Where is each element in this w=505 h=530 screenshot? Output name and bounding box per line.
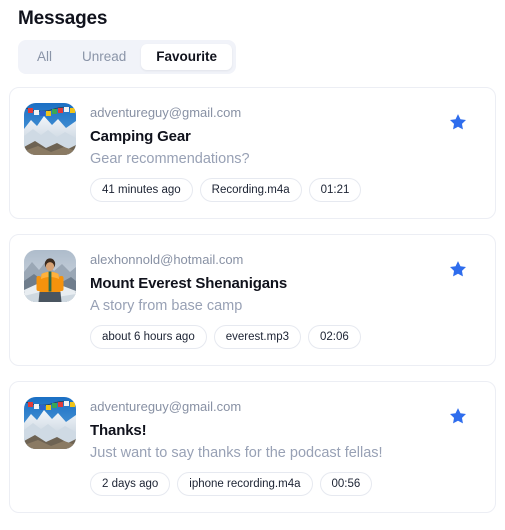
chip-timestamp: about 6 hours ago <box>90 325 207 349</box>
chip-filename: everest.mp3 <box>213 325 301 349</box>
chip-filename: Recording.m4a <box>199 178 302 202</box>
sender-email: adventureguy@gmail.com <box>90 399 242 414</box>
message-preview: A story from base camp <box>90 298 243 314</box>
tab-unread[interactable]: Unread <box>67 44 141 70</box>
message-list: adventureguy@gmail.com Camping Gear Gear… <box>9 87 496 513</box>
favourite-star-button[interactable] <box>448 112 468 132</box>
message-card[interactable]: adventureguy@gmail.com Camping Gear Gear… <box>9 87 496 219</box>
avatar <box>24 397 76 449</box>
chip-filename: iphone recording.m4a <box>177 472 313 496</box>
message-meta-chips: 41 minutes ago Recording.m4a 01:21 <box>90 178 481 202</box>
sender-email: adventureguy@gmail.com <box>90 105 242 120</box>
filter-tabs: All Unread Favourite <box>18 40 237 74</box>
favourite-star-button[interactable] <box>448 406 468 426</box>
favourite-star-button[interactable] <box>448 259 468 279</box>
star-filled-icon <box>450 261 466 277</box>
message-body: adventureguy@gmail.com Thanks! Just want… <box>90 397 481 496</box>
avatar <box>24 103 76 155</box>
star-filled-icon <box>450 408 466 424</box>
chip-timestamp: 2 days ago <box>90 472 171 496</box>
message-card[interactable]: alexhonnold@hotmail.com Mount Everest Sh… <box>9 234 496 366</box>
chip-duration: 02:06 <box>308 325 361 349</box>
message-body: adventureguy@gmail.com Camping Gear Gear… <box>90 103 481 202</box>
sender-email: alexhonnold@hotmail.com <box>90 252 244 267</box>
tab-favourite[interactable]: Favourite <box>141 44 233 70</box>
message-meta-chips: about 6 hours ago everest.mp3 02:06 <box>90 325 481 349</box>
message-preview: Gear recommendations? <box>90 151 250 167</box>
page-title: Messages <box>18 8 108 29</box>
message-meta-chips: 2 days ago iphone recording.m4a 00:56 <box>90 472 481 496</box>
message-subject: Thanks! <box>90 422 147 439</box>
star-filled-icon <box>450 114 466 130</box>
message-subject: Camping Gear <box>90 128 191 145</box>
message-card[interactable]: adventureguy@gmail.com Thanks! Just want… <box>9 381 496 513</box>
chip-duration: 01:21 <box>308 178 362 202</box>
avatar <box>24 250 76 302</box>
message-preview: Just want to say thanks for the podcast … <box>90 445 383 461</box>
chip-timestamp: 41 minutes ago <box>90 178 193 202</box>
message-subject: Mount Everest Shenanigans <box>90 275 288 292</box>
messages-page: Messages All Unread Favourite adventureg… <box>0 0 505 530</box>
message-body: alexhonnold@hotmail.com Mount Everest Sh… <box>90 250 481 349</box>
tab-all[interactable]: All <box>22 44 67 70</box>
chip-duration: 00:56 <box>319 472 373 496</box>
